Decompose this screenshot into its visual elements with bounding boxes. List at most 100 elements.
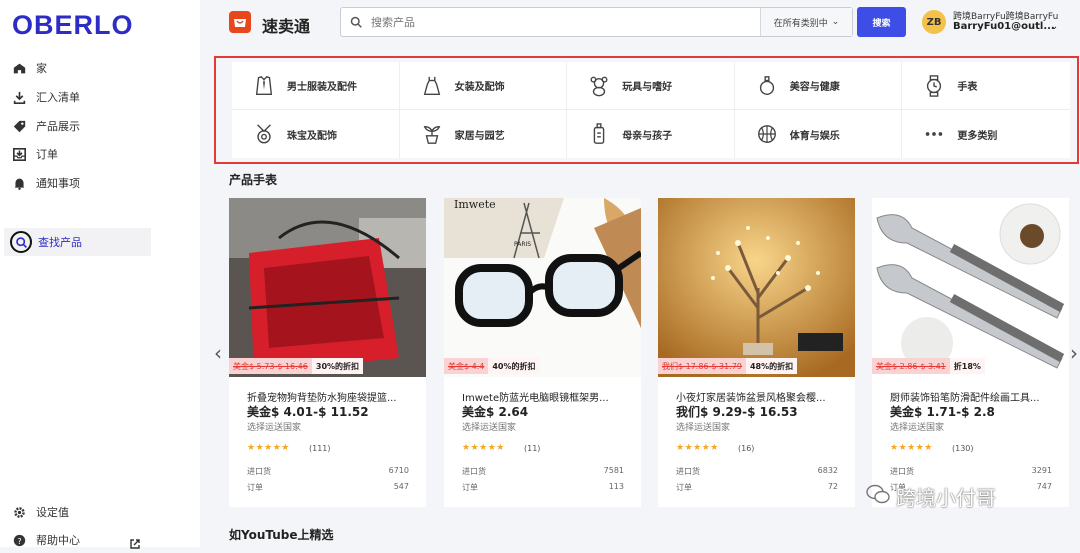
discount-badge: 美金$ 4.4 40%的折扣	[444, 358, 540, 374]
sidebar-item-settings[interactable]: 设定值	[12, 501, 69, 523]
product-price: 我们$ 9.29-$ 16.53	[676, 405, 798, 419]
shirt-tie-icon	[252, 74, 276, 98]
carousel-prev-arrow-icon[interactable]: ‹	[214, 341, 222, 365]
ship-to-link[interactable]: 选择运送国家	[247, 420, 301, 433]
review-count: (111)	[309, 444, 331, 453]
discount-percent: 48%的折扣	[745, 358, 798, 374]
product-price: 美金$ 2.64	[462, 405, 529, 419]
category-womens-clothing[interactable]: 女装及配饰	[399, 62, 568, 110]
baby-bottle-icon	[587, 122, 611, 146]
dress-icon	[420, 74, 444, 98]
chevron-down-icon: ⌄	[831, 17, 840, 27]
order-stat: 订单 72	[676, 482, 838, 493]
ship-to-link[interactable]: 选择运送国家	[676, 420, 730, 433]
watermark: 跨境小付哥	[866, 482, 996, 511]
stat-value: 6832	[817, 466, 838, 475]
category-grid: 男士服装及配件 女装及配饰 玩具与嗜好 美容与健康 手表 珠宝及配饰 家居与园艺…	[232, 62, 1070, 158]
brand-title: 速卖通	[262, 17, 311, 36]
review-count: (16)	[738, 444, 755, 453]
discount-badge: 美金$ 5.73-$ 16.46 30%的折扣	[229, 358, 364, 374]
sidebar-item-label: 设定值	[36, 506, 69, 519]
sidebar-item-notifications[interactable]: 通知事项	[12, 172, 80, 194]
watch-icon	[922, 74, 946, 98]
sidebar-item-label: 订单	[36, 148, 58, 161]
product-image[interactable]	[229, 198, 426, 377]
product-card[interactable]: 我们$ 17.86-$ 31.79 48%的折扣 小夜灯家居装饰盆景风格聚会樱.…	[658, 198, 855, 507]
category-sports[interactable]: 体育与娱乐	[735, 110, 903, 158]
sidebar-item-home[interactable]: 家	[12, 57, 47, 79]
old-price: 美金$ 5.73-$ 16.46	[229, 358, 312, 374]
stat-label: 订单	[462, 483, 478, 492]
stat-value: 7581	[603, 466, 624, 475]
category-home-garden[interactable]: 家居与园艺	[400, 110, 568, 158]
review-count: (11)	[524, 444, 541, 453]
category-more[interactable]: 更多类别	[902, 110, 1070, 158]
stat-value: 72	[827, 482, 838, 491]
svg-text:PARIS: PARIS	[514, 241, 531, 248]
ship-to-link[interactable]: 选择运送国家	[890, 420, 944, 433]
product-image[interactable]	[658, 198, 855, 377]
product-card[interactable]: 美金$ 2.86-$ 3.41 折18% 厨师装饰铅笔防滑配件绘画工具... 美…	[872, 198, 1069, 507]
sidebar-item-find-products[interactable]: 查找产品	[4, 228, 151, 256]
import-icon	[12, 90, 26, 104]
avatar[interactable]: ZB	[922, 10, 946, 34]
product-title[interactable]: Imwete防蓝光电脑眼镜框架男...	[462, 389, 627, 404]
stat-label: 进口货	[462, 467, 486, 476]
product-card[interactable]: 美金$ 5.73-$ 16.46 30%的折扣 折叠宠物狗背垫防水狗座袋提篮..…	[229, 198, 426, 507]
product-price: 美金$ 1.71-$ 2.8	[890, 405, 995, 419]
star-rating: ★★★★★	[890, 443, 933, 453]
discount-badge: 我们$ 17.86-$ 31.79 48%的折扣	[658, 358, 798, 374]
category-mens-clothing[interactable]: 男士服装及配件	[232, 62, 400, 110]
product-price: 美金$ 4.01-$ 11.52	[247, 405, 369, 419]
category-jewelry[interactable]: 珠宝及配饰	[232, 110, 400, 158]
old-price: 美金$ 2.86-$ 3.41	[872, 358, 950, 374]
search-bar: 在所有类别中 ⌄	[340, 7, 853, 37]
discount-percent: 30%的折扣	[311, 358, 364, 374]
product-title[interactable]: 小夜灯家居装饰盆景风格聚会樱...	[676, 389, 841, 404]
bell-icon	[12, 176, 26, 190]
search-input[interactable]	[371, 15, 760, 29]
order-stat: 订单 547	[247, 482, 409, 493]
order-stat: 订单 113	[462, 482, 624, 493]
category-scope-select[interactable]: 在所有类别中 ⌄	[760, 8, 852, 36]
oberlo-logo[interactable]: OBERLO	[12, 10, 134, 41]
discount-percent: 40%的折扣	[488, 358, 540, 374]
stat-label: 订单	[247, 483, 263, 492]
category-toys[interactable]: 玩具与嗜好	[567, 62, 735, 110]
import-stat: 进口货 6710	[247, 466, 409, 477]
product-image[interactable]	[872, 198, 1069, 377]
sidebar-item-label: 通知事项	[36, 177, 80, 190]
stat-label: 进口货	[247, 467, 271, 476]
product-card[interactable]: Imwete PARIS 美金$ 4.4 40%的折扣 Imwete防蓝光电脑眼…	[444, 198, 641, 507]
category-label: 男士服装及配件	[287, 82, 357, 93]
category-beauty-health[interactable]: 美容与健康	[734, 62, 903, 110]
sidebar-item-label: 查找产品	[38, 236, 82, 249]
sidebar-item-orders[interactable]: 订单	[12, 143, 58, 165]
discount-badge: 美金$ 2.86-$ 3.41 折18%	[872, 358, 985, 374]
sidebar-item-label: 帮助中心	[36, 534, 80, 547]
carousel-next-arrow-icon[interactable]: ›	[1070, 341, 1078, 365]
category-watches[interactable]: 手表	[902, 62, 1070, 110]
product-title[interactable]: 折叠宠物狗背垫防水狗座袋提篮...	[247, 389, 412, 404]
search-button[interactable]: 搜索	[857, 7, 906, 37]
category-label: 美容与健康	[789, 82, 840, 93]
chevron-down-icon[interactable]: ⌄	[1050, 21, 1058, 32]
sidebar-item-label: 家	[36, 62, 47, 75]
product-title[interactable]: 厨师装饰铅笔防滑配件绘画工具...	[890, 389, 1055, 404]
category-mother-kids[interactable]: 母亲与孩子	[567, 110, 735, 158]
category-highlight-box: 男士服装及配件 女装及配饰 玩具与嗜好 美容与健康 手表 珠宝及配饰 家居与园艺…	[214, 56, 1079, 164]
search-icon	[10, 231, 32, 253]
sidebar-item-help-center[interactable]: ? 帮助中心	[12, 529, 80, 551]
sidebar-item-products[interactable]: 产品展示	[12, 115, 80, 137]
stat-value: 747	[1036, 482, 1052, 491]
sidebar: OBERLO 家 汇入清单 产品展示 订单 通知事项 查找产品 设定值 ? 帮助…	[0, 0, 200, 549]
inbox-icon	[12, 147, 26, 161]
user-email[interactable]: BarryFu01@outl...	[953, 21, 1055, 32]
import-stat: 进口货 3291	[890, 466, 1052, 477]
ship-to-link[interactable]: 选择运送国家	[462, 420, 516, 433]
product-image[interactable]: Imwete PARIS	[444, 198, 641, 377]
necklace-icon	[252, 122, 276, 146]
stat-label: 进口货	[890, 467, 914, 476]
sidebar-item-import-list[interactable]: 汇入清单	[12, 86, 80, 108]
section-title: 如YouTube上精选	[229, 528, 334, 542]
